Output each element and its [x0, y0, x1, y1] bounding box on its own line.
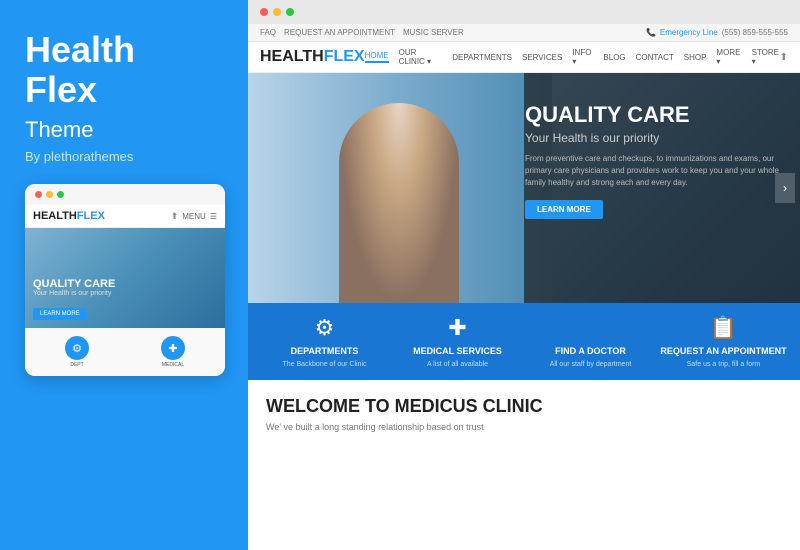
dot-green	[57, 191, 64, 198]
departments-label: DEPT	[70, 362, 83, 368]
hero-person-image	[248, 73, 552, 303]
top-bar-left: FAQ REQUEST AN APPOINTMENT MUSIC SERVER	[260, 28, 464, 37]
hero-description: From preventive care and checkups, to im…	[525, 153, 785, 189]
appointment-feature-desc: Safe us a trip, fill a form	[687, 361, 761, 368]
nav-share-icon[interactable]: ⬆	[780, 52, 788, 63]
hero-next-arrow[interactable]: ›	[775, 173, 795, 203]
appointment-link[interactable]: REQUEST AN APPOINTMENT	[284, 28, 395, 37]
nav-item-more[interactable]: MORE ▾	[716, 48, 741, 66]
faq-link[interactable]: FAQ	[260, 28, 276, 37]
mobile-hero: QUALITY CARE Your Health is our priority…	[25, 228, 225, 328]
nav-item-services[interactable]: SERVICES	[522, 53, 562, 62]
feature-strip: ⚙ DEPARTMENTS The Backbone of our Clinic…	[248, 303, 800, 380]
mobile-icons-row: ⚙ DEPT ✚ MEDICAL	[25, 328, 225, 376]
nav-item-shop[interactable]: SHOP	[684, 53, 707, 62]
site-logo: HEALTHFLEX	[260, 48, 365, 66]
music-link[interactable]: MUSIC SERVER	[403, 28, 464, 37]
hero-subtitle: Your Health is our priority	[525, 131, 785, 145]
medical-feature-title: MEDICAL SERVICES	[413, 346, 502, 356]
feature-find-doctor[interactable]: 👤 FIND A DOCTOR All our staff by departm…	[524, 315, 657, 368]
mobile-card-dots	[25, 184, 225, 205]
welcome-section: WELCOME TO MEDICUS CLINIC We' ve built a…	[248, 380, 800, 448]
theme-author: By plethorathemes	[25, 149, 223, 164]
hero-text-box: QUALITY CARE Your Health is our priority…	[525, 103, 785, 219]
hero-cta-button[interactable]: LEARN MORE	[525, 200, 603, 219]
welcome-text: We' ve built a long standing relationshi…	[266, 422, 782, 432]
browser-dot-green	[286, 8, 294, 16]
mobile-topbar: HEALTHFLEX ⬆ MENU ☰	[25, 205, 225, 228]
mobile-menu-area: ⬆ MENU ☰	[171, 211, 217, 222]
site-hero: QUALITY CARE Your Health is our priority…	[248, 73, 800, 303]
mobile-icon-departments: ⚙ DEPT	[65, 336, 89, 368]
theme-title: Health Flex	[25, 30, 223, 109]
share-icon: ⬆	[171, 211, 179, 222]
theme-subtitle: Theme	[25, 117, 223, 143]
emergency-phone: (555) 859-555-555	[722, 28, 788, 37]
departments-feature-desc: The Backbone of our Clinic	[282, 361, 366, 368]
departments-icon: ⚙	[65, 336, 89, 360]
nav-item-our-clinic[interactable]: OUR CLINIC ▾	[399, 48, 443, 66]
feature-departments[interactable]: ⚙ DEPARTMENTS The Backbone of our Clinic	[258, 315, 391, 368]
mobile-cta-button[interactable]: LEARN MORE	[33, 308, 87, 320]
doctor-feature-title: FIND A DOCTOR	[555, 346, 626, 356]
nav-item-info[interactable]: INFO ▾	[572, 48, 593, 66]
hamburger-icon: ☰	[210, 212, 217, 221]
departments-feature-title: DEPARTMENTS	[291, 346, 359, 356]
phone-icon: 📞	[646, 28, 656, 37]
dot-red	[35, 191, 42, 198]
mobile-logo: HEALTHFLEX	[33, 210, 105, 222]
mobile-hero-text: QUALITY CARE Your Health is our priority…	[25, 270, 225, 328]
feature-appointment[interactable]: 📋 REQUEST AN APPOINTMENT Safe us a trip,…	[657, 315, 790, 368]
browser-chrome	[248, 0, 800, 24]
browser-dot-red	[260, 8, 268, 16]
nav-item-contact[interactable]: CONTACT	[636, 53, 674, 62]
medical-icon: ✚	[161, 336, 185, 360]
hero-title: QUALITY CARE	[525, 103, 785, 127]
doctor-feature-icon: 👤	[577, 315, 604, 341]
appointment-feature-title: REQUEST AN APPOINTMENT	[660, 346, 786, 356]
site-nav: HEALTHFLEX HOME OUR CLINIC ▾ DEPARTMENTS…	[248, 42, 800, 73]
medical-label: MEDICAL	[162, 362, 184, 368]
nav-item-store[interactable]: STORE ▾	[752, 48, 780, 66]
right-panel: FAQ REQUEST AN APPOINTMENT MUSIC SERVER …	[248, 0, 800, 550]
feature-medical-services[interactable]: ✚ MEDICAL SERVICES A list of all availab…	[391, 315, 524, 368]
welcome-title: WELCOME TO MEDICUS CLINIC	[266, 396, 782, 417]
emergency-label: Emergency Line	[660, 28, 718, 37]
dot-yellow	[46, 191, 53, 198]
site-top-bar: FAQ REQUEST AN APPOINTMENT MUSIC SERVER …	[248, 24, 800, 42]
top-bar-right: 📞 Emergency Line (555) 859-555-555	[646, 28, 788, 37]
nav-items: HOME OUR CLINIC ▾ DEPARTMENTS SERVICES I…	[365, 48, 780, 66]
nav-item-blog[interactable]: BLOG	[603, 53, 625, 62]
nav-item-home[interactable]: HOME	[365, 51, 389, 63]
browser-dot-yellow	[273, 8, 281, 16]
nav-item-departments[interactable]: DEPARTMENTS	[452, 53, 512, 62]
departments-feature-icon: ⚙	[315, 315, 335, 341]
doctor-feature-desc: All our staff by department	[550, 361, 632, 368]
medical-feature-icon: ✚	[448, 315, 466, 341]
medical-feature-desc: A list of all available	[427, 361, 488, 368]
mobile-icon-medical: ✚ MEDICAL	[161, 336, 185, 368]
mobile-preview-card: HEALTHFLEX ⬆ MENU ☰ QUALITY CARE Your He…	[25, 184, 225, 376]
mobile-hero-sub: Your Health is our priority	[33, 290, 217, 297]
mobile-hero-title: QUALITY CARE	[33, 278, 217, 290]
appointment-feature-icon: 📋	[710, 315, 737, 341]
left-panel: Health Flex Theme By plethorathemes HEAL…	[0, 0, 248, 550]
